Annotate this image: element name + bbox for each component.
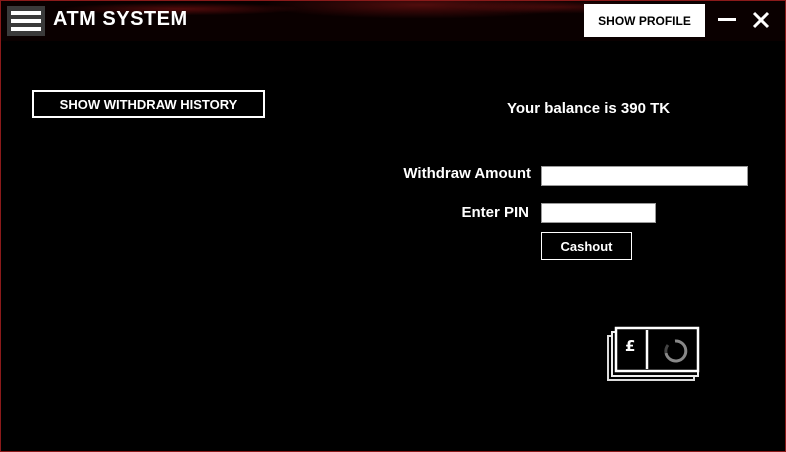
withdraw-amount-label: Withdraw Amount [403,165,531,182]
cashout-button[interactable]: Cashout [541,232,632,260]
close-x-glyph [752,11,770,29]
show-profile-button[interactable]: SHOW PROFILE [584,4,705,37]
hamburger-menu-icon[interactable] [7,6,45,36]
close-icon[interactable] [751,10,771,30]
show-withdraw-history-button[interactable]: SHOW WITHDRAW HISTORY [32,90,265,118]
enter-pin-label: Enter PIN [461,204,529,221]
title-bar: ATM SYSTEM SHOW PROFILE [1,1,785,41]
withdraw-amount-input[interactable] [541,166,748,186]
minimize-icon[interactable] [717,10,737,30]
menu-bar-line [11,11,41,15]
app-title: ATM SYSTEM [53,8,188,30]
svg-text:£: £ [625,337,635,355]
balance-text: Your balance is 390 TK [507,100,671,117]
cash-pound-icon: £ [605,325,701,383]
menu-bar-line [11,19,41,23]
atm-window: ATM SYSTEM SHOW PROFILE SHOW WITHDRAW HI… [0,0,786,452]
minimize-line [718,18,736,21]
pin-input[interactable] [541,203,656,223]
menu-bar-line [11,27,41,31]
cash-stack-graphic: £ [607,326,700,381]
